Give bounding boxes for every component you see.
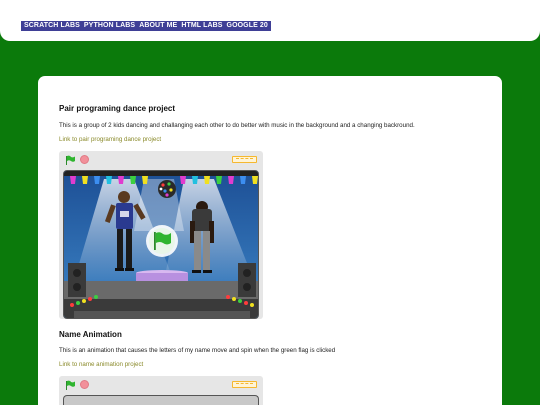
green-flag-icon[interactable] [65,380,75,390]
top-nav: SCRATCH LABS PYTHON LABS ABOUT ME HTML L… [21,21,271,31]
nav-html-labs[interactable]: HTML LABS [179,21,224,31]
play-overlay-flag-icon[interactable] [146,225,178,257]
project-link[interactable]: Link to pair programing dance project [59,136,161,143]
scratch-player [59,151,263,319]
fullscreen-icon[interactable] [232,156,257,163]
header: SCRATCH LABS PYTHON LABS ABOUT ME HTML L… [0,0,540,41]
project-stage[interactable] [63,170,259,319]
nav-python-labs[interactable]: PYTHON LABS [82,21,137,31]
section-title: Pair programing dance project [59,104,176,113]
nav-google-20[interactable]: GOOGLE 20 [225,21,270,31]
green-flag-icon[interactable] [65,155,75,165]
stop-icon[interactable] [80,155,89,164]
content-card: Pair programing dance project This is a … [38,76,502,405]
fullscreen-icon[interactable] [232,381,257,388]
stop-icon[interactable] [80,380,89,389]
project-stage[interactable] [63,395,259,405]
disco-ball-icon [158,180,176,198]
dance-stage-scene [64,171,258,318]
section-description: This is an animation that causes the let… [59,347,336,354]
section-description: This is a group of 2 kids dancing and ch… [59,122,415,129]
player-controls [59,151,263,168]
project-link[interactable]: Link to name animation project [59,361,143,368]
nav-about-me[interactable]: ABOUT ME [137,21,179,31]
scratch-player [59,376,263,405]
section-title: Name Animation [59,330,122,339]
nav-scratch-labs[interactable]: SCRATCH LABS [22,21,82,31]
player-controls [59,376,263,393]
